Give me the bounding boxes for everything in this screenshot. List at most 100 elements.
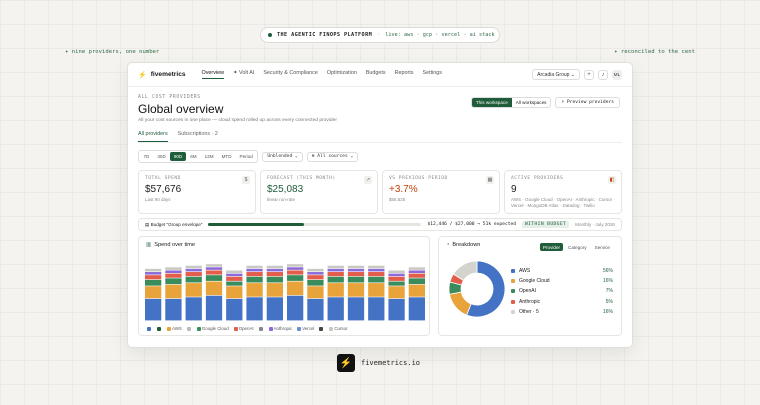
bar-segment-aws[interactable] bbox=[287, 295, 304, 321]
bar-segment-google-cloud[interactable] bbox=[368, 283, 385, 297]
tab-all-providers[interactable]: All providers bbox=[138, 131, 168, 142]
legend-item[interactable] bbox=[157, 326, 162, 331]
bar-segment-aws[interactable] bbox=[226, 298, 243, 321]
bar-segment-openai[interactable] bbox=[165, 278, 182, 285]
bar-segment-vercel[interactable] bbox=[226, 273, 243, 277]
bar-segment-google-cloud[interactable] bbox=[165, 284, 182, 299]
bar-segment-anthropic[interactable] bbox=[327, 272, 344, 277]
bar-segment-cursor[interactable] bbox=[205, 264, 223, 267]
bar-segment-openai[interactable] bbox=[205, 275, 223, 281]
nav-tab-volt-ai[interactable]: ✦ Volt AI bbox=[233, 70, 254, 79]
org-selector[interactable]: Arcadia Group ⌄ bbox=[532, 69, 580, 80]
bar-segment-cursor[interactable] bbox=[165, 267, 182, 270]
range-period[interactable]: Period bbox=[236, 152, 256, 161]
legend-item[interactable] bbox=[186, 326, 192, 331]
tab-subscriptions[interactable]: Subscriptions · 2 bbox=[178, 131, 218, 142]
bar-segment-openai[interactable] bbox=[246, 276, 263, 283]
spend-chart[interactable] bbox=[145, 263, 425, 321]
bar-segment-aws[interactable] bbox=[307, 298, 324, 321]
bar-segment-vercel[interactable] bbox=[368, 268, 385, 272]
bar-segment-google-cloud[interactable] bbox=[185, 283, 202, 297]
legend-item[interactable]: AWS bbox=[167, 326, 182, 331]
bar-segment-cursor[interactable] bbox=[246, 265, 263, 269]
tab-provider[interactable]: Provider bbox=[539, 243, 564, 251]
bar-segment-openai[interactable] bbox=[226, 281, 243, 286]
bar-segment-aws[interactable] bbox=[368, 297, 385, 321]
bar-segment-cursor[interactable] bbox=[226, 270, 243, 274]
bar-segment-anthropic[interactable] bbox=[226, 276, 243, 281]
bar-segment-aws[interactable] bbox=[266, 297, 283, 321]
bar-segment-cursor[interactable] bbox=[145, 268, 162, 272]
bar-segment-openai[interactable] bbox=[408, 278, 425, 285]
bar-segment-anthropic[interactable] bbox=[246, 272, 263, 277]
bar-segment-aws[interactable] bbox=[388, 298, 405, 321]
bar-segment-cursor[interactable] bbox=[266, 265, 283, 269]
bar-segment-vercel[interactable] bbox=[145, 272, 162, 275]
nav-tab-budgets[interactable]: Budgets bbox=[366, 70, 386, 79]
bar-segment-vercel[interactable] bbox=[287, 267, 304, 270]
bar-segment-cursor[interactable] bbox=[408, 267, 425, 270]
bar-segment-aws[interactable] bbox=[408, 297, 425, 321]
legend-item[interactable]: OpenAI bbox=[233, 326, 254, 331]
bar-segment-cursor[interactable] bbox=[368, 265, 385, 269]
range-90d[interactable]: 90D bbox=[170, 152, 186, 161]
bar-segment-openai[interactable] bbox=[327, 276, 344, 283]
legend-item[interactable] bbox=[319, 326, 324, 331]
bar-segment-vercel[interactable] bbox=[165, 270, 182, 274]
range-6m[interactable]: 6M bbox=[187, 152, 200, 161]
cost-mode-select[interactable]: Unblended ⌄ bbox=[262, 151, 303, 162]
bar-segment-vercel[interactable] bbox=[347, 268, 365, 272]
tab-service[interactable]: Service bbox=[592, 243, 613, 251]
bar-segment-openai[interactable] bbox=[287, 275, 304, 281]
bar-segment-anthropic[interactable] bbox=[347, 272, 365, 277]
sources-select[interactable]: ⊕ All sources ⌄ bbox=[306, 151, 359, 162]
bar-segment-cursor[interactable] bbox=[287, 264, 304, 267]
bar-segment-aws[interactable] bbox=[205, 295, 223, 321]
bar-segment-anthropic[interactable] bbox=[205, 270, 223, 275]
bar-segment-openai[interactable] bbox=[388, 281, 405, 286]
bar-segment-openai[interactable] bbox=[185, 276, 202, 283]
budget-bar[interactable]: ▤ Budget "Group envelope" $12,446 / $27,… bbox=[138, 218, 622, 231]
bar-segment-google-cloud[interactable] bbox=[408, 284, 425, 297]
bar-segment-anthropic[interactable] bbox=[388, 276, 405, 281]
nav-tab-reports[interactable]: Reports bbox=[395, 70, 414, 79]
add-button[interactable]: + bbox=[584, 69, 594, 80]
bar-segment-anthropic[interactable] bbox=[287, 270, 304, 275]
preview-providers-button[interactable]: ⌕ Preview providers bbox=[555, 97, 620, 108]
bar-segment-aws[interactable] bbox=[246, 297, 263, 321]
bar-segment-cursor[interactable] bbox=[307, 268, 324, 272]
bar-segment-anthropic[interactable] bbox=[145, 275, 162, 280]
nav-tab-optimization[interactable]: Optimization bbox=[327, 70, 357, 79]
bar-segment-aws[interactable] bbox=[165, 298, 182, 321]
range-12m[interactable]: 12M bbox=[201, 152, 217, 161]
bar-segment-google-cloud[interactable] bbox=[266, 283, 283, 297]
bar-segment-anthropic[interactable] bbox=[307, 275, 324, 280]
bar-segment-vercel[interactable] bbox=[266, 268, 283, 272]
bar-segment-google-cloud[interactable] bbox=[347, 283, 365, 297]
bar-segment-vercel[interactable] bbox=[185, 268, 202, 272]
bar-segment-openai[interactable] bbox=[266, 276, 283, 283]
list-item[interactable]: Anthropic 5% bbox=[511, 297, 613, 307]
nav-tab-security[interactable]: Security & Compliance bbox=[263, 70, 318, 79]
bar-segment-vercel[interactable] bbox=[205, 267, 223, 270]
bar-segment-google-cloud[interactable] bbox=[388, 286, 405, 299]
bar-segment-anthropic[interactable] bbox=[185, 272, 202, 277]
bar-segment-vercel[interactable] bbox=[408, 270, 425, 274]
bar-segment-anthropic[interactable] bbox=[408, 273, 425, 278]
bar-segment-vercel[interactable] bbox=[307, 272, 324, 275]
range-mtd[interactable]: MTD bbox=[218, 152, 235, 161]
breakdown-donut[interactable] bbox=[447, 259, 507, 319]
bar-segment-anthropic[interactable] bbox=[368, 272, 385, 277]
donut-slice-google-cloud[interactable] bbox=[449, 291, 472, 316]
bar-segment-anthropic[interactable] bbox=[266, 272, 283, 277]
bar-segment-google-cloud[interactable] bbox=[226, 286, 243, 299]
bar-segment-google-cloud[interactable] bbox=[205, 281, 223, 296]
legend-item[interactable] bbox=[258, 326, 264, 331]
list-item[interactable]: OpenAI 7% bbox=[511, 286, 613, 296]
bar-segment-cursor[interactable] bbox=[388, 270, 405, 274]
bar-segment-anthropic[interactable] bbox=[165, 273, 182, 278]
range-7d[interactable]: 7D bbox=[140, 152, 153, 161]
bell-icon[interactable]: ♪ bbox=[598, 69, 608, 80]
bar-segment-openai[interactable] bbox=[347, 276, 365, 283]
bar-segment-openai[interactable] bbox=[368, 276, 385, 283]
